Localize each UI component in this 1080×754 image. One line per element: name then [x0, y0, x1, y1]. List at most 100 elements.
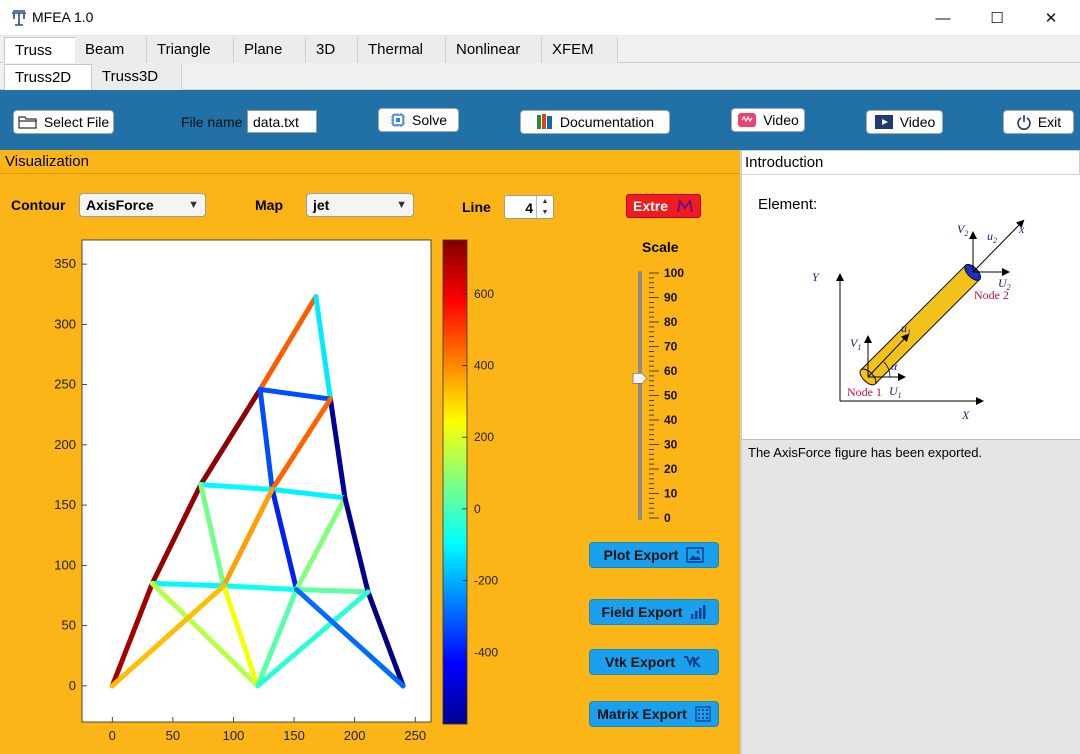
map-value: jet — [313, 197, 330, 213]
video-button-1[interactable]: Video — [731, 108, 805, 132]
sub-tab-bar: Truss2D Truss3D — [0, 64, 1080, 90]
tab-3d[interactable]: 3D — [306, 37, 358, 63]
colorbar-tick-label: -400 — [474, 645, 498, 659]
slider-tick-label: 60 — [664, 364, 678, 378]
truss-plot: 0 50 100 150 200 250 0 50 100 150 200 250 300 350 — [54, 239, 432, 743]
video-thumbnail-icon — [738, 113, 757, 127]
visualization-header: Visualization — [0, 150, 740, 174]
truss-member — [149, 580, 227, 589]
documentation-icon — [536, 114, 552, 129]
svg-text:x: x — [1018, 222, 1025, 236]
matrix-export-button[interactable]: Matrix Export — [589, 701, 719, 727]
file-name-label: File name — [181, 114, 243, 130]
title-bar: MFEA 1.0 — ☐ ✕ — [0, 0, 1080, 36]
maximize-button[interactable]: ☐ — [974, 0, 1020, 36]
y-tick-label: 200 — [54, 437, 76, 452]
close-window-button[interactable]: ✕ — [1028, 0, 1074, 36]
file-name-input[interactable] — [247, 110, 317, 133]
slider-tick-label: 50 — [664, 389, 678, 403]
app-title: MFEA 1.0 — [32, 9, 94, 25]
svg-text:U1: U1 — [889, 384, 902, 400]
tab-plane[interactable]: Plane — [234, 37, 306, 63]
vtk-export-label: Vtk Export — [604, 654, 675, 670]
node-2-label: Node 2 — [974, 288, 1009, 302]
introduction-panel: Element: Y X V1 U1 u1 α V2 u2 x U2 Node … — [741, 175, 1080, 439]
slider-tick-label: 70 — [664, 340, 678, 354]
minimize-button[interactable]: — — [920, 0, 966, 36]
folder-icon — [18, 116, 37, 129]
select-file-label: Select File — [43, 114, 110, 130]
svg-text:Y: Y — [812, 270, 820, 284]
tab-beam[interactable]: Beam — [75, 37, 147, 63]
local-u2-sub: 2 — [993, 236, 997, 245]
x-tick-label: 150 — [283, 728, 305, 743]
extrema-m-icon — [677, 199, 693, 213]
tab-truss2d[interactable]: Truss2D — [4, 64, 92, 90]
x-tick-label: 50 — [166, 728, 180, 743]
node-1-label: Node 1 — [847, 385, 882, 399]
slider-track[interactable] — [638, 271, 642, 520]
vtk-export-button[interactable]: Vtk Export — [589, 649, 719, 675]
video-button-2[interactable]: Video — [866, 110, 943, 134]
colorbar-gradient — [442, 239, 468, 725]
tab-xfem[interactable]: XFEM — [542, 37, 618, 63]
line-width-value: 4 — [525, 200, 533, 216]
play-video-icon — [874, 115, 893, 129]
status-area: The AxisForce figure has been exported. — [741, 439, 1080, 754]
tab-truss[interactable]: Truss — [4, 37, 76, 63]
x-tick-label: 100 — [223, 728, 245, 743]
solve-button[interactable]: Solve — [378, 108, 459, 132]
x-axis-label: X — [961, 408, 970, 422]
local-x-label: x — [1018, 222, 1025, 236]
spinner-arrows-icon[interactable]: ▲ ▼ — [536, 196, 553, 218]
slider-tick-label: 90 — [664, 291, 678, 305]
extre-button[interactable]: Extre — [626, 194, 701, 218]
slider-tick-label: 40 — [664, 413, 678, 427]
documentation-label: Documentation — [559, 114, 655, 130]
local-x-arrow — [972, 219, 1025, 273]
y-tick-label: 150 — [54, 497, 76, 512]
map-label: Map — [255, 197, 283, 213]
plot-export-button[interactable]: Plot Export — [589, 542, 719, 568]
colorbar-tick-label: 200 — [474, 430, 494, 444]
colorbar-tick-label: -200 — [474, 574, 498, 588]
select-file-button[interactable]: Select File — [13, 110, 114, 134]
exit-button[interactable]: Exit — [1003, 110, 1074, 134]
tab-thermal[interactable]: Thermal — [358, 37, 446, 63]
introduction-header: Introduction — [741, 150, 1080, 175]
colorbar-tick-label: 600 — [474, 287, 494, 301]
colorbar: 600 400 200 0 -200 -400 — [442, 239, 498, 725]
plot-area — [81, 239, 432, 723]
documentation-button[interactable]: Documentation — [520, 110, 670, 134]
svg-text:α: α — [891, 359, 898, 373]
vk-logo-icon — [684, 656, 701, 668]
slider-handle[interactable] — [632, 372, 648, 384]
tab-truss3d[interactable]: Truss3D — [92, 64, 182, 90]
video-label-1: Video — [763, 112, 799, 128]
svg-text:V2: V2 — [957, 222, 968, 238]
y-tick-label: 100 — [54, 557, 76, 572]
app-logo-icon — [12, 10, 26, 26]
tab-triangle[interactable]: Triangle — [147, 37, 234, 63]
truss-element-diagram: Y X V1 U1 u1 α V2 u2 x U2 Node 2 Node 1 — [812, 219, 1025, 422]
y-tick-label: 300 — [54, 316, 76, 331]
line-width-spinner[interactable]: 4 ▲ ▼ — [504, 195, 554, 219]
map-dropdown[interactable]: jet ▼ — [306, 193, 414, 217]
chevron-down-icon: ▼ — [188, 199, 199, 211]
field-export-button[interactable]: Field Export — [589, 599, 719, 625]
scale-slider[interactable]: 0 10 20 30 40 50 60 70 80 90 100 — [628, 262, 690, 528]
local-u1-sub: 1 — [907, 328, 911, 337]
plot-export-label: Plot Export — [603, 547, 679, 563]
y-tick-label: 50 — [62, 618, 76, 633]
contour-label: Contour — [11, 197, 66, 213]
status-message: The AxisForce figure has been exported. — [748, 445, 983, 460]
y-axis-label: Y — [812, 270, 820, 284]
slider-tick-label: 80 — [664, 315, 678, 329]
alpha-label: α — [891, 359, 898, 373]
image-icon — [686, 547, 705, 563]
y-tick-label: 350 — [54, 256, 76, 271]
matrix-export-label: Matrix Export — [597, 706, 687, 722]
tab-nonlinear[interactable]: Nonlinear — [446, 37, 542, 63]
contour-dropdown[interactable]: AxisForce ▼ — [79, 193, 206, 217]
bar-chart-icon — [691, 605, 706, 619]
